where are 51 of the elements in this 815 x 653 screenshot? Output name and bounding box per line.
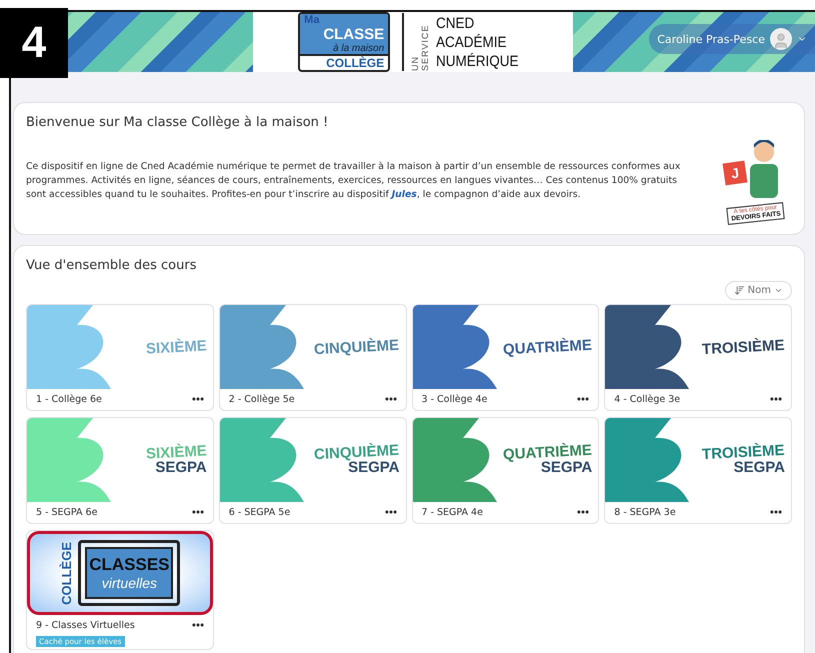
service-name: NUMÉRIQUE xyxy=(436,52,519,70)
course-card[interactable]: SIXIÈME 1 - Collège 6e xyxy=(26,304,214,411)
step-number: 4 xyxy=(0,8,68,78)
logo[interactable]: Ma CLASSE à la maison COLLÈGE xyxy=(298,12,390,72)
image-subtitle: SEGPA xyxy=(540,460,592,475)
image-title: CLASSES xyxy=(89,555,170,575)
sort-button[interactable]: Nom xyxy=(724,281,792,300)
caret-icon xyxy=(774,286,783,295)
course-name[interactable]: 9 - Classes Virtuelles xyxy=(36,620,135,631)
course-name[interactable]: 2 - Collège 5e xyxy=(228,394,295,405)
image-subtitle: SEGPA xyxy=(155,460,207,475)
service-name: CNED xyxy=(436,14,476,32)
image-side-text: COLLÈGE xyxy=(59,542,74,604)
image-title: QUATRIÈME xyxy=(503,442,593,462)
course-name[interactable]: 4 - Collège 3e xyxy=(614,394,680,405)
logo-text: COLLÈGE xyxy=(300,54,388,70)
image-script-text: virtuelles xyxy=(102,575,157,591)
avatar-icon xyxy=(770,28,792,50)
course-name[interactable]: 3 - Collège 4e xyxy=(422,394,488,405)
course-card[interactable]: CINQUIÈME SEGPA 6 - SEGPA 5e xyxy=(218,417,406,524)
course-name[interactable]: 5 - SEGPA 6e xyxy=(36,507,98,518)
image-title: TROISIÈME xyxy=(702,442,786,462)
sort-icon xyxy=(734,285,745,296)
logo-text: à la maison xyxy=(333,43,384,54)
course-card[interactable]: QUATRIÈME SEGPA 7 - SEGPA 4e xyxy=(412,417,600,524)
service-label: UN SERVICE xyxy=(410,24,430,71)
course-card[interactable]: TROISIÈME SEGPA 8 - SEGPA 3e xyxy=(604,417,792,524)
image-title: CINQUIÈME xyxy=(314,337,400,357)
course-card[interactable]: TROISIÈME 4 - Collège 3e xyxy=(604,304,792,411)
welcome-title: Bienvenue sur Ma classe Collège à la maison ! xyxy=(26,115,330,130)
logo-text: Ma xyxy=(304,14,320,26)
image-title: QUATRIÈME xyxy=(503,337,593,357)
image-title: CINQUIÈME xyxy=(314,442,400,462)
intro-paragraph: Ce dispositif en ligne de Cned Académie numérique te permet de travailler à la maison à partir d’un ensemble de ressources conformes aux programmes. Activités en ligne, séances de cours, entraînements, exercices, ressources en langues vivantes… Ces contenus 100% gratuits sont accessibles quand tu le souhaites. Profites-en pour t’inscrire au dispositif Jules, le compagnon d’aide aux devoirs. xyxy=(26,160,682,202)
course-card[interactable]: CINQUIÈME 2 - Collège 5e xyxy=(218,304,406,411)
logo-text: CLASSE xyxy=(323,26,384,43)
image-subtitle: SEGPA xyxy=(348,460,400,475)
image-title: SIXIÈME xyxy=(146,338,208,356)
course-name[interactable]: 8 - SEGPA 3e xyxy=(614,507,676,518)
course-card[interactable]: SIXIÈME SEGPA 5 - SEGPA 6e xyxy=(26,417,214,524)
user-menu[interactable]: Caroline Pras-Pesce xyxy=(649,24,815,54)
image-title: SIXIÈME xyxy=(146,443,208,462)
course-name[interactable]: 1 - Collège 6e xyxy=(36,394,102,405)
jules-link[interactable]: Jules xyxy=(392,189,417,200)
course-name[interactable]: 7 - SEGPA 4e xyxy=(422,507,483,518)
course-name[interactable]: 6 - SEGPA 5e xyxy=(228,507,290,518)
image-subtitle: SEGPA xyxy=(734,460,785,475)
service-name: ACADÉMIE xyxy=(436,32,508,52)
course-card[interactable]: QUATRIÈME 3 - Collège 4e xyxy=(412,304,600,411)
image-title: TROISIÈME xyxy=(702,337,786,357)
section-title: Vue d'ensemble des cours xyxy=(26,258,198,273)
